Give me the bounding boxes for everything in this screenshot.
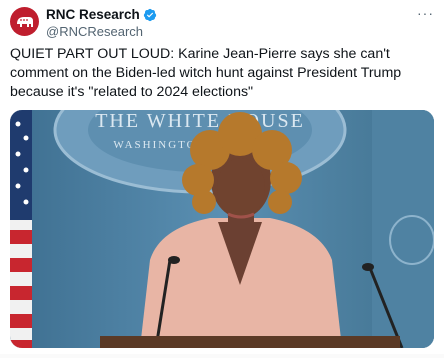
seal-text-top: THE WHITE HOUSE — [95, 110, 305, 132]
tweet-video[interactable]: THE WHITE HOUSE WASHINGTON — [10, 110, 434, 348]
author-name-row: RNC Research — [46, 7, 157, 23]
author-handle[interactable]: @RNCResearch — [46, 24, 157, 40]
author-avatar[interactable] — [10, 7, 39, 36]
tweet-card: RNC Research @RNCResearch ··· QUIET PART… — [0, 0, 444, 358]
elephant-icon — [16, 16, 33, 27]
tweet-text: QUIET PART OUT LOUD: Karine Jean-Pierre … — [10, 46, 402, 100]
more-options-icon[interactable]: ··· — [417, 6, 434, 20]
verified-badge-icon — [143, 8, 156, 22]
divider — [0, 354, 444, 358]
author-block: RNC Research @RNCResearch — [46, 7, 157, 40]
video-frame: THE WHITE HOUSE WASHINGTON — [10, 110, 434, 348]
author-name[interactable]: RNC Research — [46, 7, 140, 23]
